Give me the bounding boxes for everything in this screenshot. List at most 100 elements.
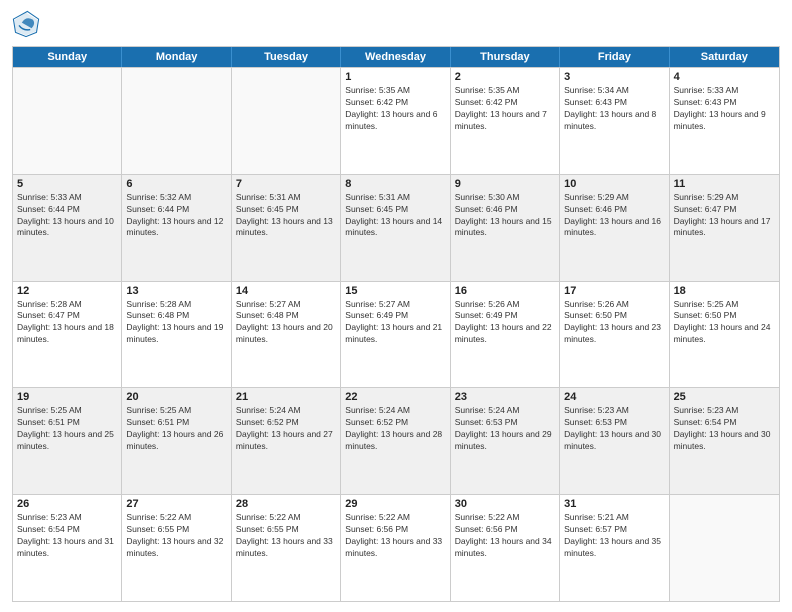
cell-info: Sunrise: 5:27 AM Sunset: 6:48 PM Dayligh… [236, 299, 336, 347]
calendar-header-cell: Sunday [13, 47, 122, 67]
calendar-cell: 2 Sunrise: 5:35 AM Sunset: 6:42 PM Daylig… [451, 68, 560, 174]
cell-day-number: 21 [236, 391, 336, 403]
cell-info: Sunrise: 5:24 AM Sunset: 6:52 PM Dayligh… [236, 405, 336, 453]
calendar-body: 1 Sunrise: 5:35 AM Sunset: 6:42 PM Daylig… [13, 67, 779, 601]
cell-info: Sunrise: 5:25 AM Sunset: 6:51 PM Dayligh… [126, 405, 226, 453]
cell-day-number: 20 [126, 391, 226, 403]
cell-day-number: 25 [674, 391, 775, 403]
calendar-header-cell: Friday [560, 47, 669, 67]
calendar-week: 19 Sunrise: 5:25 AM Sunset: 6:51 PM Dayli… [13, 387, 779, 494]
cell-info: Sunrise: 5:25 AM Sunset: 6:50 PM Dayligh… [674, 299, 775, 347]
calendar-header-cell: Saturday [670, 47, 779, 67]
header [12, 10, 780, 38]
cell-day-number: 3 [564, 71, 664, 83]
cell-day-number: 8 [345, 178, 445, 190]
logo-icon [12, 10, 40, 38]
cell-day-number: 9 [455, 178, 555, 190]
calendar-cell [670, 495, 779, 601]
cell-day-number: 29 [345, 498, 445, 510]
calendar-cell [122, 68, 231, 174]
calendar-cell: 9 Sunrise: 5:30 AM Sunset: 6:46 PM Daylig… [451, 175, 560, 281]
calendar-header-cell: Monday [122, 47, 231, 67]
cell-day-number: 14 [236, 285, 336, 297]
cell-info: Sunrise: 5:33 AM Sunset: 6:43 PM Dayligh… [674, 85, 775, 133]
calendar: SundayMondayTuesdayWednesdayThursdayFrid… [12, 46, 780, 602]
cell-day-number: 13 [126, 285, 226, 297]
calendar-cell: 21 Sunrise: 5:24 AM Sunset: 6:52 PM Dayli… [232, 388, 341, 494]
calendar-cell: 27Sunrise: 5:22 AM Sunset: 6:55 PM Dayli… [122, 495, 231, 601]
calendar-cell: 1 Sunrise: 5:35 AM Sunset: 6:42 PM Daylig… [341, 68, 450, 174]
calendar-cell: 5 Sunrise: 5:33 AM Sunset: 6:44 PM Daylig… [13, 175, 122, 281]
cell-info: Sunrise: 5:30 AM Sunset: 6:46 PM Dayligh… [455, 192, 555, 240]
calendar-cell: 8 Sunrise: 5:31 AM Sunset: 6:45 PM Daylig… [341, 175, 450, 281]
cell-info: Sunrise: 5:35 AM Sunset: 6:42 PM Dayligh… [345, 85, 445, 133]
calendar-cell: 28 Sunrise: 5:22 AM Sunset: 6:55 PM Dayli… [232, 495, 341, 601]
calendar-cell: 6 Sunrise: 5:32 AM Sunset: 6:44 PM Daylig… [122, 175, 231, 281]
cell-info: Sunrise: 5:26 AM Sunset: 6:50 PM Dayligh… [564, 299, 664, 347]
cell-info: Sunrise: 5:21 AM Sunset: 6:57 PM Dayligh… [564, 512, 664, 560]
cell-day-number: 19 [17, 391, 117, 403]
calendar-cell: 22Sunrise: 5:24 AM Sunset: 6:52 PM Dayli… [341, 388, 450, 494]
calendar-header-cell: Tuesday [232, 47, 341, 67]
calendar-week: 12 Sunrise: 5:28 AM Sunset: 6:47 PM Dayli… [13, 281, 779, 388]
cell-day-number: 22 [345, 391, 445, 403]
cell-info: Sunrise: 5:31 AM Sunset: 6:45 PM Dayligh… [345, 192, 445, 240]
calendar-cell: 14 Sunrise: 5:27 AM Sunset: 6:48 PM Dayli… [232, 282, 341, 388]
calendar-cell: 25 Sunrise: 5:23 AM Sunset: 6:54 PM Dayli… [670, 388, 779, 494]
cell-day-number: 15 [345, 285, 445, 297]
cell-info: Sunrise: 5:22 AM Sunset: 6:55 PM Dayligh… [236, 512, 336, 560]
calendar-cell: 26 Sunrise: 5:23 AM Sunset: 6:54 PM Dayli… [13, 495, 122, 601]
calendar-cell [232, 68, 341, 174]
calendar-cell: 30 Sunrise: 5:22 AM Sunset: 6:56 PM Dayli… [451, 495, 560, 601]
cell-info: Sunrise: 5:28 AM Sunset: 6:48 PM Dayligh… [126, 299, 226, 347]
calendar-cell: 3 Sunrise: 5:34 AM Sunset: 6:43 PM Daylig… [560, 68, 669, 174]
calendar-cell: 15Sunrise: 5:27 AM Sunset: 6:49 PM Dayli… [341, 282, 450, 388]
calendar-cell: 11Sunrise: 5:29 AM Sunset: 6:47 PM Dayli… [670, 175, 779, 281]
calendar-week: 26 Sunrise: 5:23 AM Sunset: 6:54 PM Dayli… [13, 494, 779, 601]
cell-day-number: 23 [455, 391, 555, 403]
cell-day-number: 1 [345, 71, 445, 83]
cell-info: Sunrise: 5:23 AM Sunset: 6:54 PM Dayligh… [674, 405, 775, 453]
cell-day-number: 2 [455, 71, 555, 83]
cell-info: Sunrise: 5:32 AM Sunset: 6:44 PM Dayligh… [126, 192, 226, 240]
cell-info: Sunrise: 5:33 AM Sunset: 6:44 PM Dayligh… [17, 192, 117, 240]
cell-info: Sunrise: 5:22 AM Sunset: 6:56 PM Dayligh… [345, 512, 445, 560]
calendar-cell: 7 Sunrise: 5:31 AM Sunset: 6:45 PM Daylig… [232, 175, 341, 281]
cell-day-number: 11 [674, 178, 775, 190]
cell-day-number: 18 [674, 285, 775, 297]
cell-info: Sunrise: 5:29 AM Sunset: 6:46 PM Dayligh… [564, 192, 664, 240]
cell-info: Sunrise: 5:28 AM Sunset: 6:47 PM Dayligh… [17, 299, 117, 347]
cell-info: Sunrise: 5:23 AM Sunset: 6:54 PM Dayligh… [17, 512, 117, 560]
cell-day-number: 17 [564, 285, 664, 297]
cell-day-number: 5 [17, 178, 117, 190]
cell-day-number: 26 [17, 498, 117, 510]
cell-day-number: 10 [564, 178, 664, 190]
cell-day-number: 12 [17, 285, 117, 297]
cell-info: Sunrise: 5:34 AM Sunset: 6:43 PM Dayligh… [564, 85, 664, 133]
calendar-cell: 18 Sunrise: 5:25 AM Sunset: 6:50 PM Dayli… [670, 282, 779, 388]
cell-info: Sunrise: 5:22 AM Sunset: 6:55 PM Dayligh… [126, 512, 226, 560]
calendar-cell: 24 Sunrise: 5:23 AM Sunset: 6:53 PM Dayli… [560, 388, 669, 494]
page: SundayMondayTuesdayWednesdayThursdayFrid… [0, 0, 792, 612]
calendar-week: 5 Sunrise: 5:33 AM Sunset: 6:44 PM Daylig… [13, 174, 779, 281]
calendar-cell: 31Sunrise: 5:21 AM Sunset: 6:57 PM Dayli… [560, 495, 669, 601]
calendar-cell: 4 Sunrise: 5:33 AM Sunset: 6:43 PM Daylig… [670, 68, 779, 174]
calendar-header: SundayMondayTuesdayWednesdayThursdayFrid… [13, 47, 779, 67]
cell-day-number: 7 [236, 178, 336, 190]
calendar-cell: 17 Sunrise: 5:26 AM Sunset: 6:50 PM Dayli… [560, 282, 669, 388]
calendar-header-cell: Wednesday [341, 47, 450, 67]
calendar-cell: 12 Sunrise: 5:28 AM Sunset: 6:47 PM Dayli… [13, 282, 122, 388]
calendar-cell: 16Sunrise: 5:26 AM Sunset: 6:49 PM Dayli… [451, 282, 560, 388]
cell-day-number: 28 [236, 498, 336, 510]
cell-info: Sunrise: 5:22 AM Sunset: 6:56 PM Dayligh… [455, 512, 555, 560]
calendar-cell: 10 Sunrise: 5:29 AM Sunset: 6:46 PM Dayli… [560, 175, 669, 281]
cell-info: Sunrise: 5:31 AM Sunset: 6:45 PM Dayligh… [236, 192, 336, 240]
calendar-header-cell: Thursday [451, 47, 560, 67]
cell-day-number: 30 [455, 498, 555, 510]
cell-day-number: 4 [674, 71, 775, 83]
cell-info: Sunrise: 5:35 AM Sunset: 6:42 PM Dayligh… [455, 85, 555, 133]
calendar-cell [13, 68, 122, 174]
cell-info: Sunrise: 5:23 AM Sunset: 6:53 PM Dayligh… [564, 405, 664, 453]
cell-day-number: 24 [564, 391, 664, 403]
cell-day-number: 6 [126, 178, 226, 190]
